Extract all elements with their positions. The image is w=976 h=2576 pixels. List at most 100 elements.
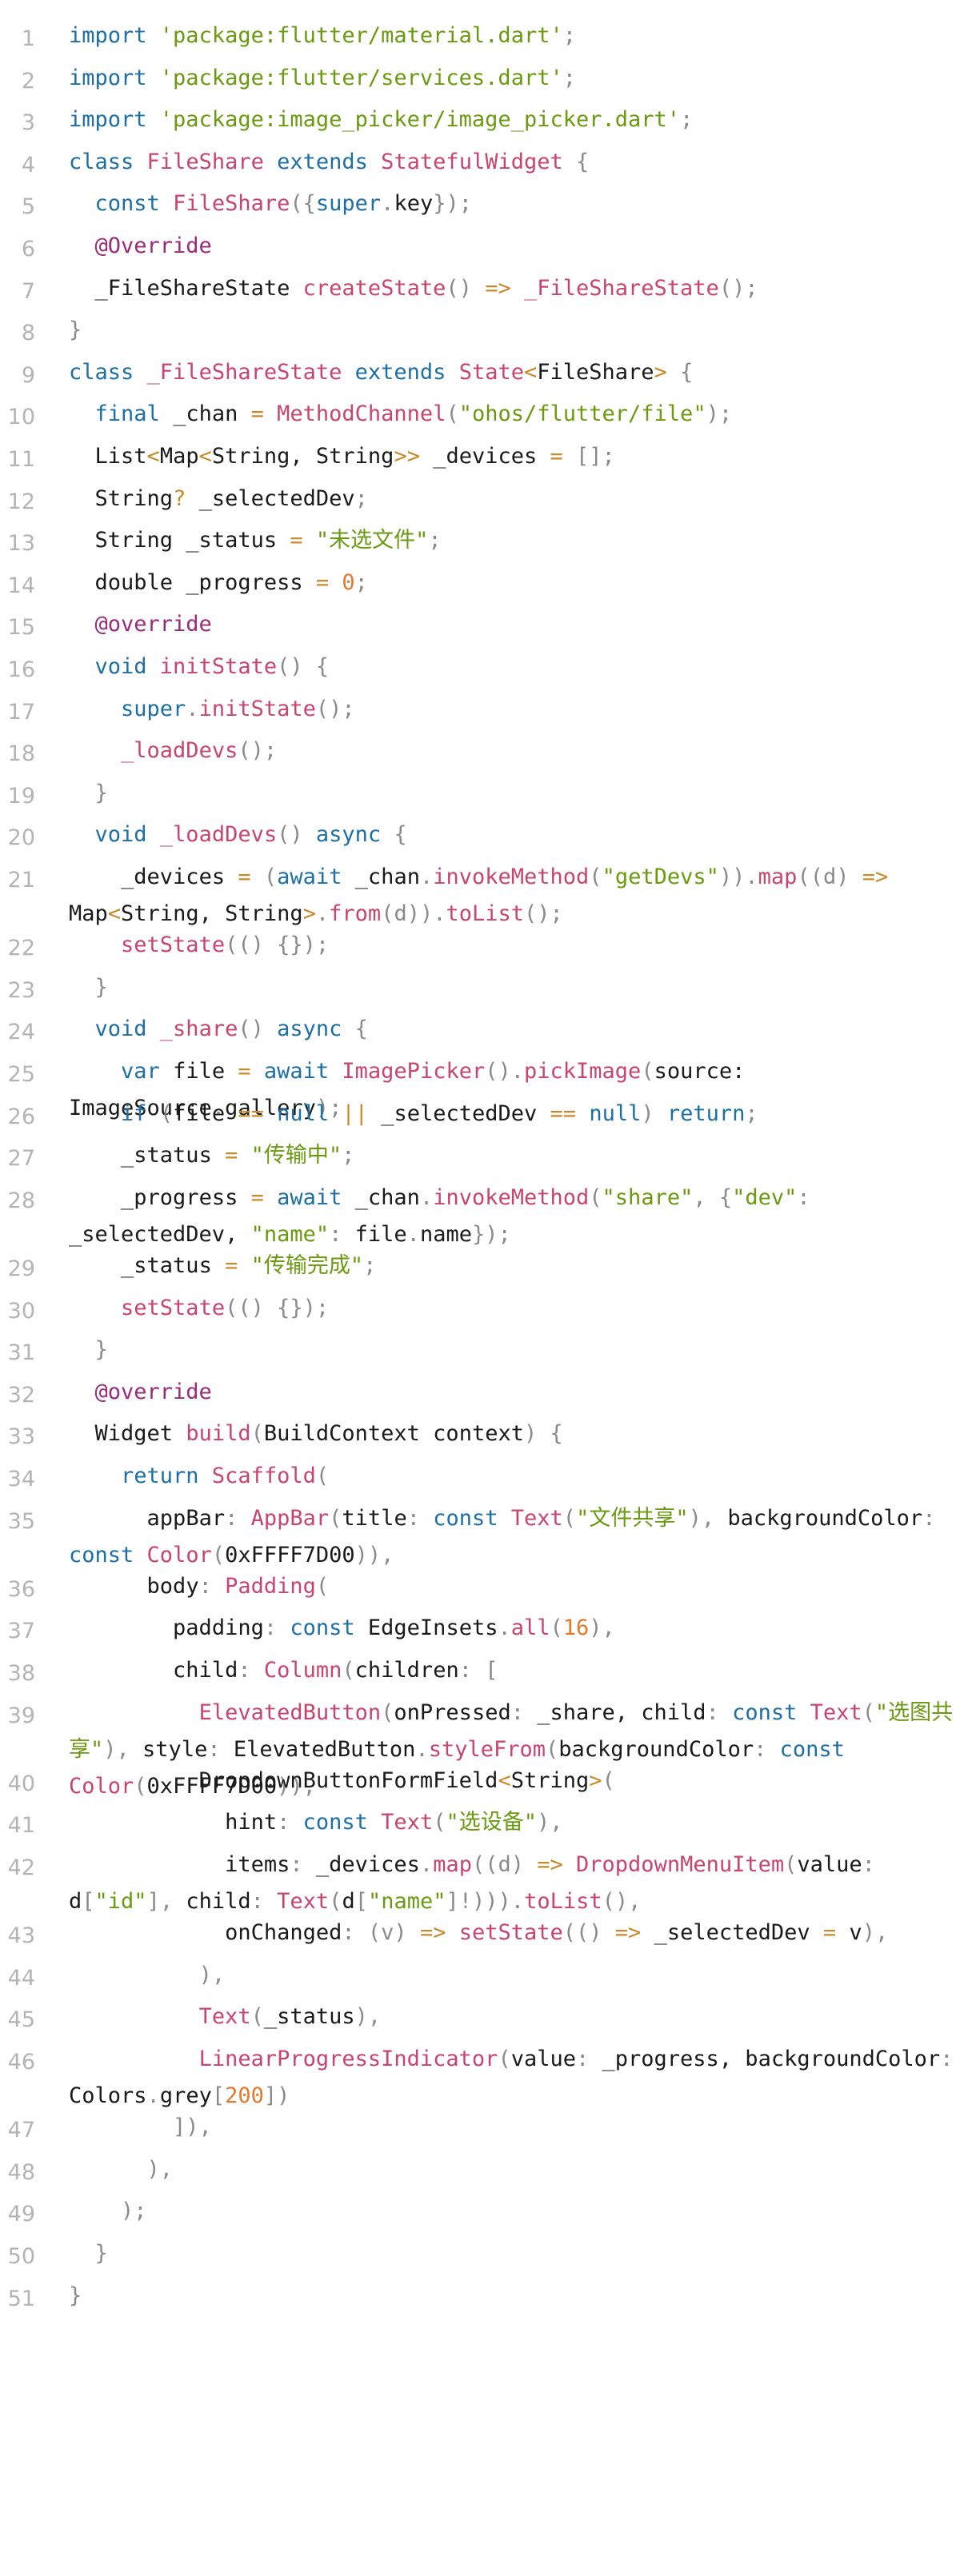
line-number: 3 [21, 110, 35, 136]
line-number: 29 [7, 1256, 35, 1282]
code-text: LinearProgressIndicator(value: _progress… [69, 2041, 965, 2115]
code-token: : [263, 1615, 290, 1641]
code-token: [ [211, 2083, 226, 2109]
code-text: _FileShareState createState() => _FileSh… [69, 270, 965, 307]
code-text: _loadDevs(); [69, 733, 965, 769]
code-token: LinearProgressIndicator [198, 2047, 498, 2072]
code-token: void [94, 654, 160, 679]
code-token: _devices [315, 1852, 420, 1878]
line-number: 41 [7, 1813, 35, 1839]
code-text: Text(_status), [69, 1999, 965, 2035]
code-token: ( [250, 1421, 264, 1447]
code-text: ), [69, 2151, 965, 2188]
line-number: 28 [7, 1188, 35, 1213]
code-token: StatefulWidget [381, 149, 576, 174]
code-token: { [354, 1016, 368, 1042]
line-number: 43 [7, 1923, 35, 1949]
code-token: child [186, 1889, 251, 1915]
code-text: @override [69, 606, 965, 643]
line-number: 14 [7, 573, 35, 598]
code-token: initState [159, 654, 278, 679]
code-token: pickImage [524, 1059, 642, 1084]
code-token: const [94, 191, 174, 217]
code-token: ( [315, 1464, 330, 1489]
code-token: = [250, 1184, 278, 1210]
code-token: } [69, 318, 82, 343]
code-token: } [94, 974, 108, 1000]
code-token: )), [354, 1542, 394, 1568]
code-token: FileShare [173, 191, 290, 217]
code-token: children [354, 1658, 459, 1683]
code-token: } [94, 1337, 108, 1363]
code-token: => [485, 275, 524, 301]
line-number: 44 [7, 1965, 35, 1991]
line-number: 24 [7, 1020, 35, 1045]
code-text: setState(() {}); [69, 1290, 965, 1327]
code-token: || [342, 1100, 382, 1126]
code-token: . [315, 901, 330, 926]
line-number: 33 [7, 1424, 35, 1450]
line-number: 20 [7, 825, 35, 851]
code-token: FileShare [537, 359, 654, 385]
code-token: ; [363, 1253, 377, 1279]
code-token: d [69, 1889, 82, 1915]
code-token: file [173, 1059, 238, 1084]
code-text: setState(() {}); [69, 927, 965, 964]
code-token: = [315, 569, 342, 595]
line-number: 47 [7, 2118, 35, 2143]
code-token: ; [745, 1100, 758, 1126]
code-token: ; [354, 569, 368, 595]
code-text: void initState() { [69, 649, 965, 685]
code-token: super [121, 696, 186, 721]
line-number: 50 [7, 2244, 35, 2270]
code-token: _share, child [537, 1699, 706, 1725]
code-token: ((d) [471, 1852, 538, 1878]
code-token: (); [315, 696, 355, 721]
code-token: { [394, 822, 407, 848]
line-number: 45 [7, 2007, 35, 2033]
code-token: extends [277, 149, 382, 174]
code-token: . [415, 1736, 429, 1762]
code-text: _status = "传输中"; [69, 1137, 965, 1174]
code-token: v [849, 1920, 862, 1946]
code-token: < [498, 1767, 511, 1793]
code-token: : [207, 1736, 234, 1762]
code-token: void [94, 1016, 160, 1042]
code-token: ; [562, 23, 576, 48]
code-token: { [680, 359, 694, 385]
code-token: 0 [342, 569, 355, 595]
code-token: : [575, 2047, 602, 2072]
code-text: items: _devices.map((d) => DropdownMenuI… [69, 1847, 965, 1920]
code-token: > [654, 359, 681, 385]
code-token: invokeMethod [433, 865, 590, 889]
code-token: ( [329, 1505, 342, 1531]
code-token: "传输完成" [250, 1253, 364, 1279]
code-token: == [550, 1100, 590, 1126]
code-token: . [419, 865, 434, 889]
line-number: 16 [7, 657, 35, 682]
line-number: 22 [7, 936, 35, 961]
code-token: Color [146, 1542, 212, 1568]
code-token: ( [381, 1699, 394, 1725]
code-token: ( [589, 1184, 602, 1210]
code-token: _chan [354, 865, 420, 889]
code-token: async [277, 1016, 355, 1042]
line-number: 42 [7, 1855, 35, 1881]
code-token: Widget [69, 1421, 186, 1447]
code-token: ( [862, 1699, 875, 1725]
code-token: ElevatedButton [233, 1736, 416, 1762]
line-number: 46 [7, 2050, 35, 2075]
code-token: (d)). [381, 901, 446, 926]
code-token: ), [354, 2004, 382, 2030]
line-number: 34 [7, 1467, 35, 1492]
code-token: ( [589, 865, 602, 889]
code-token: _devices [433, 444, 550, 469]
code-token: ( [250, 2004, 264, 2030]
code-token: List [69, 444, 147, 469]
code-token: "id" [94, 1889, 147, 1915]
